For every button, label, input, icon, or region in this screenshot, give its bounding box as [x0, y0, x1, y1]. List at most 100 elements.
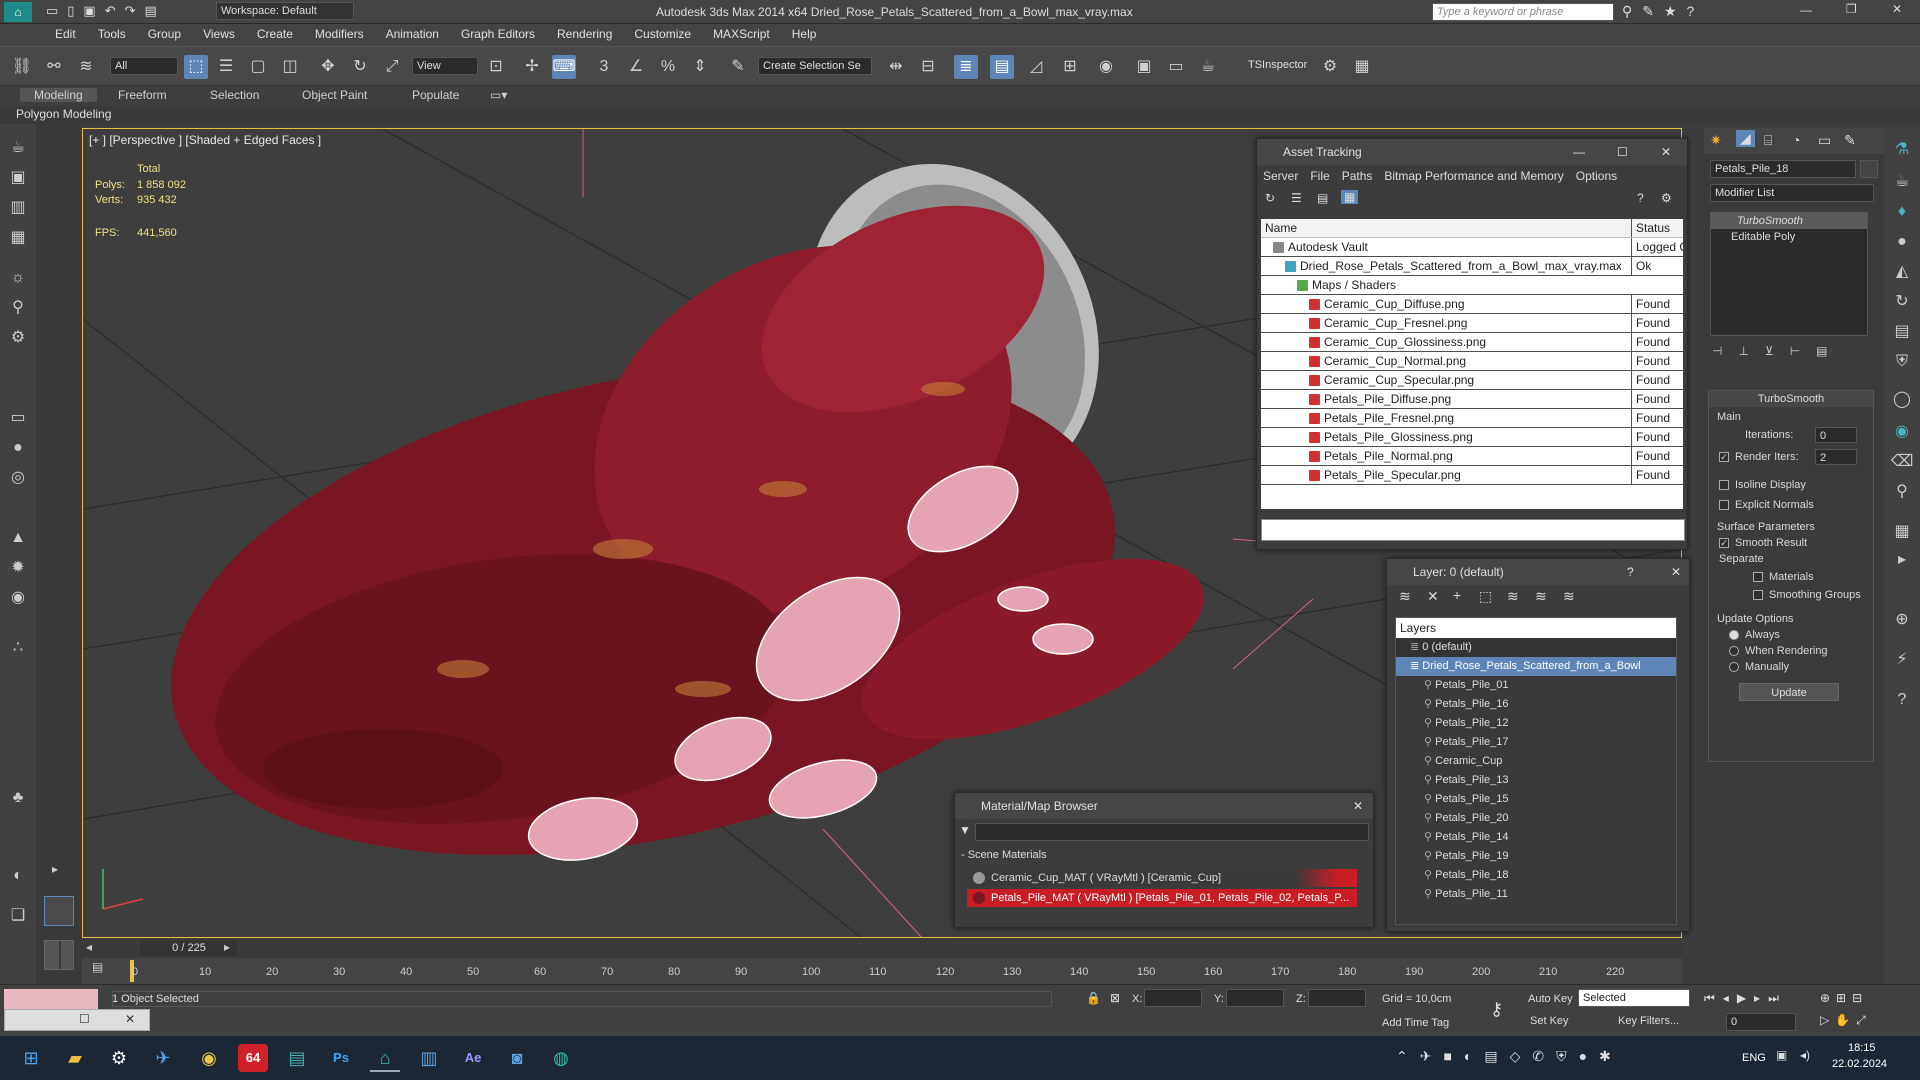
auto-key-button[interactable]: Auto Key: [1528, 993, 1573, 1005]
unlink-icon[interactable]: ⚯: [42, 55, 66, 79]
maxscript-listener[interactable]: [4, 989, 98, 1009]
curve-editor-icon[interactable]: ◿: [1024, 55, 1048, 79]
teapot-icon[interactable]: ☕: [6, 136, 30, 160]
maximize-icon[interactable]: ❐: [1846, 2, 1857, 16]
when-rendering-radio[interactable]: When Rendering: [1729, 645, 1828, 657]
scene-materials-header[interactable]: - Scene Materials: [961, 849, 1047, 861]
viewport-nav-controls-2[interactable]: ▷✋⤢: [1820, 1013, 1872, 1028]
add-to-layer-icon[interactable]: +: [1453, 587, 1461, 603]
layer-row[interactable]: ⚲ Petals_Pile_17: [1396, 733, 1676, 752]
viewport-layout-single[interactable]: [44, 896, 74, 926]
motion-tab-icon[interactable]: ◔: [1792, 132, 1800, 148]
asset-row[interactable]: Petals_Pile_Diffuse.png Found: [1261, 390, 1683, 409]
light-icon[interactable]: ☼: [6, 266, 30, 290]
grid-view-icon[interactable]: ▦: [1341, 190, 1359, 204]
clock-date[interactable]: 22.02.2024: [1832, 1058, 1887, 1070]
y-coord-field[interactable]: [1226, 989, 1284, 1007]
help-circle-icon[interactable]: ?: [1890, 688, 1914, 712]
shield-icon[interactable]: ⛨: [1890, 350, 1914, 374]
plane-icon[interactable]: ▭: [6, 406, 30, 430]
explicit-normals-checkbox[interactable]: Explicit Normals: [1719, 499, 1814, 511]
torus-icon[interactable]: ◎: [6, 466, 30, 490]
bolt-icon[interactable]: ⚡: [1890, 648, 1914, 672]
bind-spacewarp-icon[interactable]: ≋: [74, 55, 98, 79]
refresh-icon[interactable]: ↻: [1890, 290, 1914, 314]
telegram-icon[interactable]: ✈: [148, 1044, 178, 1072]
filter-arrow-icon[interactable]: ▼: [959, 823, 971, 837]
screenshot-icon[interactable]: ◙: [502, 1044, 532, 1072]
delete-layer-icon[interactable]: ✕: [1427, 588, 1439, 605]
close-icon[interactable]: ✕: [125, 1012, 135, 1026]
3dsmax-icon[interactable]: ⌂: [370, 1044, 400, 1072]
align-icon[interactable]: ⊟: [916, 55, 940, 79]
current-frame-field[interactable]: 0: [1726, 1013, 1796, 1031]
utilities-tab-icon[interactable]: ✎: [1844, 132, 1856, 149]
sphere-icon[interactable]: ●: [6, 436, 30, 460]
column-header-status[interactable]: Status: [1631, 219, 1683, 237]
asset-row[interactable]: Petals_Pile_Glossiness.png Found: [1261, 428, 1683, 447]
add-time-tag[interactable]: Add Time Tag: [1382, 1017, 1449, 1029]
material-item[interactable]: Ceramic_Cup_MAT ( VRayMtl ) [Ceramic_Cup…: [967, 869, 1357, 887]
highlight-layer-icon[interactable]: ≋: [1507, 588, 1519, 605]
angle-snap-icon[interactable]: ∠: [624, 55, 648, 79]
system-tray-icons[interactable]: ⌃✈■◐▤◇✆⛨●✱: [1396, 1048, 1623, 1065]
menu-create[interactable]: Create: [246, 24, 304, 41]
graphite-toggle-icon[interactable]: ▤: [990, 55, 1014, 79]
tab-polygon-modeling[interactable]: Polygon Modeling: [16, 107, 111, 121]
tab-modeling[interactable]: Modeling: [20, 88, 97, 102]
menu-graph-editors[interactable]: Graph Editors: [450, 24, 546, 41]
key-icon[interactable]: ⚷: [1490, 999, 1503, 1020]
asset-row[interactable]: Autodesk Vault Logged O: [1261, 238, 1683, 257]
display-tab-icon[interactable]: ▭: [1818, 132, 1831, 149]
tab-object-paint[interactable]: Object Paint: [302, 88, 367, 102]
reference-coord-dropdown[interactable]: View: [412, 57, 478, 75]
scale-icon[interactable]: ⤢: [380, 55, 404, 79]
windows-start-icon[interactable]: ⊞: [16, 1044, 46, 1072]
asset-row[interactable]: Dried_Rose_Petals_Scattered_from_a_Bowl_…: [1261, 257, 1683, 276]
asset-menu-paths[interactable]: Paths: [1342, 169, 1373, 183]
cylinder-icon[interactable]: ▥: [6, 196, 30, 220]
layer-manager-titlebar[interactable]: Layer: 0 (default) ? ✕: [1387, 559, 1689, 585]
material-editor-icon[interactable]: ◉: [1094, 55, 1118, 79]
asset-row[interactable]: Maps / Shaders: [1261, 276, 1683, 295]
close-icon[interactable]: ✕: [1661, 139, 1671, 165]
key-filters-button[interactable]: Key Filters...: [1618, 1015, 1679, 1027]
quick-access-icons[interactable]: ▭▯▣↶↷▤: [46, 3, 166, 19]
material-search[interactable]: [975, 823, 1369, 841]
viewport-nav-controls[interactable]: ⊕⊞⊟: [1820, 991, 1868, 1005]
ts-inspector-label[interactable]: TSInspector: [1248, 59, 1307, 71]
pin-icon[interactable]: ⚲: [1890, 480, 1914, 504]
settings-icon[interactable]: ⚙: [104, 1044, 134, 1072]
app-logo-icon[interactable]: ⌂: [4, 2, 32, 22]
network-icon[interactable]: ▣: [1776, 1048, 1787, 1062]
maximize-icon[interactable]: ☐: [1617, 139, 1628, 165]
list-view-icon[interactable]: ☰: [1291, 191, 1302, 205]
asset-row[interactable]: Ceramic_Cup_Glossiness.png Found: [1261, 333, 1683, 352]
layer-row[interactable]: ⚲ Petals_Pile_14: [1396, 828, 1676, 847]
menu-tools[interactable]: Tools: [87, 24, 137, 41]
material-item[interactable]: Petals_Pile_MAT ( VRayMtl ) [Petals_Pile…: [967, 889, 1357, 907]
tab-freeform[interactable]: Freeform: [118, 88, 167, 102]
asset-menu-server[interactable]: Server: [1263, 169, 1298, 183]
schematic-view-icon[interactable]: ⊞: [1058, 55, 1082, 79]
rollout-title[interactable]: TurboSmooth: [1709, 391, 1873, 407]
particles-icon[interactable]: ∴: [6, 636, 30, 660]
geosphere-icon[interactable]: ◉: [6, 586, 30, 610]
light-bulb-icon[interactable]: ♦: [1890, 200, 1914, 224]
menu-rendering[interactable]: Rendering: [546, 24, 623, 41]
track-bar[interactable]: 0 10 20 30 40 50 60 70 80 90 100 110 120 130 140 150 160…: [82, 958, 1682, 984]
column-header-name[interactable]: Name: [1261, 219, 1621, 237]
layer-row[interactable]: ⚲ Petals_Pile_15: [1396, 790, 1676, 809]
viewport-layout-quad[interactable]: [44, 940, 74, 970]
edge-icon[interactable]: ◍: [546, 1044, 576, 1072]
search-input[interactable]: Type a keyword or phrase: [1432, 3, 1614, 21]
globe-icon[interactable]: ◉: [1890, 420, 1914, 444]
always-radio[interactable]: Always: [1729, 629, 1780, 641]
set-key-button[interactable]: Set Key: [1530, 1015, 1569, 1027]
minimize-icon[interactable]: —: [1573, 139, 1585, 165]
prev-frame-icon[interactable]: ◂: [86, 940, 92, 954]
time-slider[interactable]: ◂ 0 / 225 ▸: [82, 938, 1682, 958]
window-crossing-icon[interactable]: ◫: [278, 55, 302, 79]
panel-icon[interactable]: ▦: [1890, 520, 1914, 544]
object-color-swatch[interactable]: [1860, 160, 1878, 178]
